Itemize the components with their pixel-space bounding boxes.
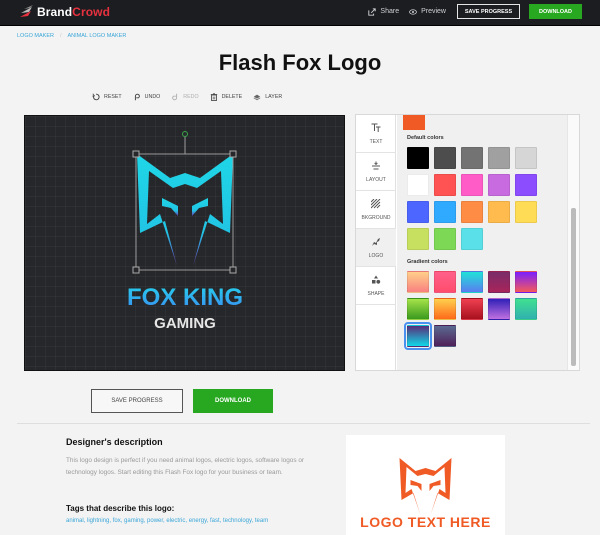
default-colors-grid [407, 147, 537, 250]
logo-title-text[interactable]: FOX KING [127, 284, 243, 311]
gradient-color-swatch[interactable] [461, 298, 483, 320]
save-progress-button[interactable]: SAVE PROGRESS [91, 389, 183, 413]
rotate-handle-icon[interactable] [182, 131, 188, 137]
default-color-swatch[interactable] [407, 228, 429, 250]
default-color-swatch[interactable] [434, 174, 456, 196]
gradient-color-swatch[interactable] [407, 298, 429, 320]
shape-icon [372, 275, 381, 284]
layers-icon [253, 94, 261, 101]
save-progress-button-top[interactable]: SAVE PROGRESS [457, 4, 520, 19]
default-color-swatch[interactable] [488, 174, 510, 196]
tab-layout[interactable]: LAYOUT [356, 153, 396, 191]
layout-icon [372, 161, 380, 169]
tab-text[interactable]: TEXT [356, 115, 396, 153]
default-color-swatch[interactable] [461, 147, 483, 169]
gradient-color-swatch[interactable] [488, 271, 510, 293]
default-color-swatch[interactable] [407, 174, 429, 196]
gradient-color-swatch[interactable] [434, 271, 456, 293]
preview-logo-text: LOGO TEXT HERE [360, 514, 491, 530]
scrollbar-thumb[interactable] [571, 208, 576, 366]
gradient-color-swatch[interactable] [461, 271, 483, 293]
tags-heading: Tags that describe this logo: [66, 504, 175, 513]
gradient-color-swatch-selected[interactable] [404, 322, 432, 350]
default-color-swatch[interactable] [434, 201, 456, 223]
default-color-swatch[interactable] [515, 174, 537, 196]
canvas-artwork: FOX KING GAMING [127, 131, 243, 332]
default-color-swatch[interactable] [461, 174, 483, 196]
download-button[interactable]: DOWNLOAD [193, 389, 273, 413]
section-divider [17, 423, 590, 424]
fox-logo-mark[interactable] [137, 154, 233, 266]
logo-canvas[interactable]: FOX KING GAMING [24, 115, 345, 371]
gradient-color-swatch[interactable] [515, 298, 537, 320]
default-color-swatch[interactable] [461, 228, 483, 250]
preview-fox-mark-icon [399, 458, 452, 515]
editor-panel: TEXT LAYOUT BKGROUND LOGO SHAPE Default … [355, 114, 580, 371]
color-panel-scrollbar[interactable] [567, 115, 579, 370]
reset-button[interactable]: RESET [92, 93, 122, 101]
trash-icon [210, 93, 217, 101]
background-icon [371, 198, 381, 208]
editor-toolbar: RESET UNDO REDO DELETE LAYER [92, 93, 293, 101]
undo-button[interactable]: UNDO [133, 93, 160, 101]
designer-description-heading: Designer's description [66, 437, 163, 447]
layer-button[interactable]: LAYER [253, 93, 282, 101]
default-color-swatch[interactable] [488, 201, 510, 223]
gradient-colors-grid [404, 271, 537, 350]
gradient-colors-label: Gradient colors [407, 259, 448, 265]
top-actions: Share Preview SAVE PROGRESS DOWNLOAD [368, 4, 582, 19]
share-link[interactable]: Share [368, 7, 399, 16]
default-color-swatch[interactable] [515, 147, 537, 169]
share-icon [368, 7, 377, 16]
resize-handle-tl[interactable] [132, 150, 140, 158]
default-color-swatch[interactable] [407, 147, 429, 169]
gradient-color-swatch[interactable] [488, 298, 510, 320]
breadcrumb-animal-logo-maker[interactable]: ANIMAL LOGO MAKER [68, 33, 127, 39]
tab-shape[interactable]: SHAPE [356, 267, 396, 305]
eye-icon [409, 8, 417, 15]
resize-handle-br[interactable] [229, 266, 237, 274]
delete-button[interactable]: DELETE [210, 93, 242, 101]
reset-icon [92, 93, 100, 101]
tags-list[interactable]: animal, lightning, fox, gaming, power, e… [66, 518, 268, 524]
gradient-color-swatch[interactable] [434, 325, 456, 347]
default-colors-label: Default colors [407, 135, 444, 141]
tab-logo[interactable]: LOGO [356, 229, 396, 267]
selection-box[interactable] [132, 131, 237, 274]
default-color-swatch[interactable] [515, 201, 537, 223]
color-picker: Default colors Gradient colors [397, 115, 567, 370]
breadcrumb: LOGO MAKER / ANIMAL LOGO MAKER [17, 33, 126, 39]
current-color-swatch[interactable] [403, 115, 425, 130]
default-color-swatch[interactable] [407, 201, 429, 223]
brandcrowd-mark-icon [20, 5, 33, 17]
undo-icon [134, 93, 140, 101]
default-color-swatch[interactable] [488, 147, 510, 169]
gradient-color-swatch[interactable] [407, 271, 429, 293]
resize-handle-tr[interactable] [229, 150, 237, 158]
logo-icon [372, 237, 380, 246]
gradient-color-swatch[interactable] [515, 271, 537, 293]
redo-button[interactable]: REDO [171, 93, 199, 101]
tab-background[interactable]: BKGROUND [356, 191, 396, 229]
editor-tabs: TEXT LAYOUT BKGROUND LOGO SHAPE [356, 115, 396, 370]
default-color-swatch[interactable] [434, 147, 456, 169]
redo-icon [172, 93, 178, 101]
preview-link[interactable]: Preview [409, 8, 446, 16]
download-button-top[interactable]: DOWNLOAD [529, 4, 582, 19]
brand-logo[interactable]: BrandCrowd [18, 5, 110, 19]
breadcrumb-logo-maker[interactable]: LOGO MAKER [17, 33, 54, 39]
logo-preview-card[interactable]: LOGO TEXT HERE [346, 435, 505, 535]
brand-name: BrandCrowd [37, 5, 111, 19]
default-color-swatch[interactable] [461, 201, 483, 223]
gradient-color-swatch[interactable] [434, 298, 456, 320]
top-navbar: BrandCrowd Share Preview SAVE PROGRESS D… [0, 0, 600, 26]
breadcrumb-separator: / [59, 33, 62, 39]
designer-description-text: This logo design is perfect if you need … [66, 457, 304, 476]
default-color-swatch[interactable] [434, 228, 456, 250]
resize-handle-bl[interactable] [132, 266, 140, 274]
page-title: Flash Fox Logo [218, 50, 382, 75]
logo-subtitle-text[interactable]: GAMING [154, 315, 216, 332]
text-icon [371, 123, 381, 132]
